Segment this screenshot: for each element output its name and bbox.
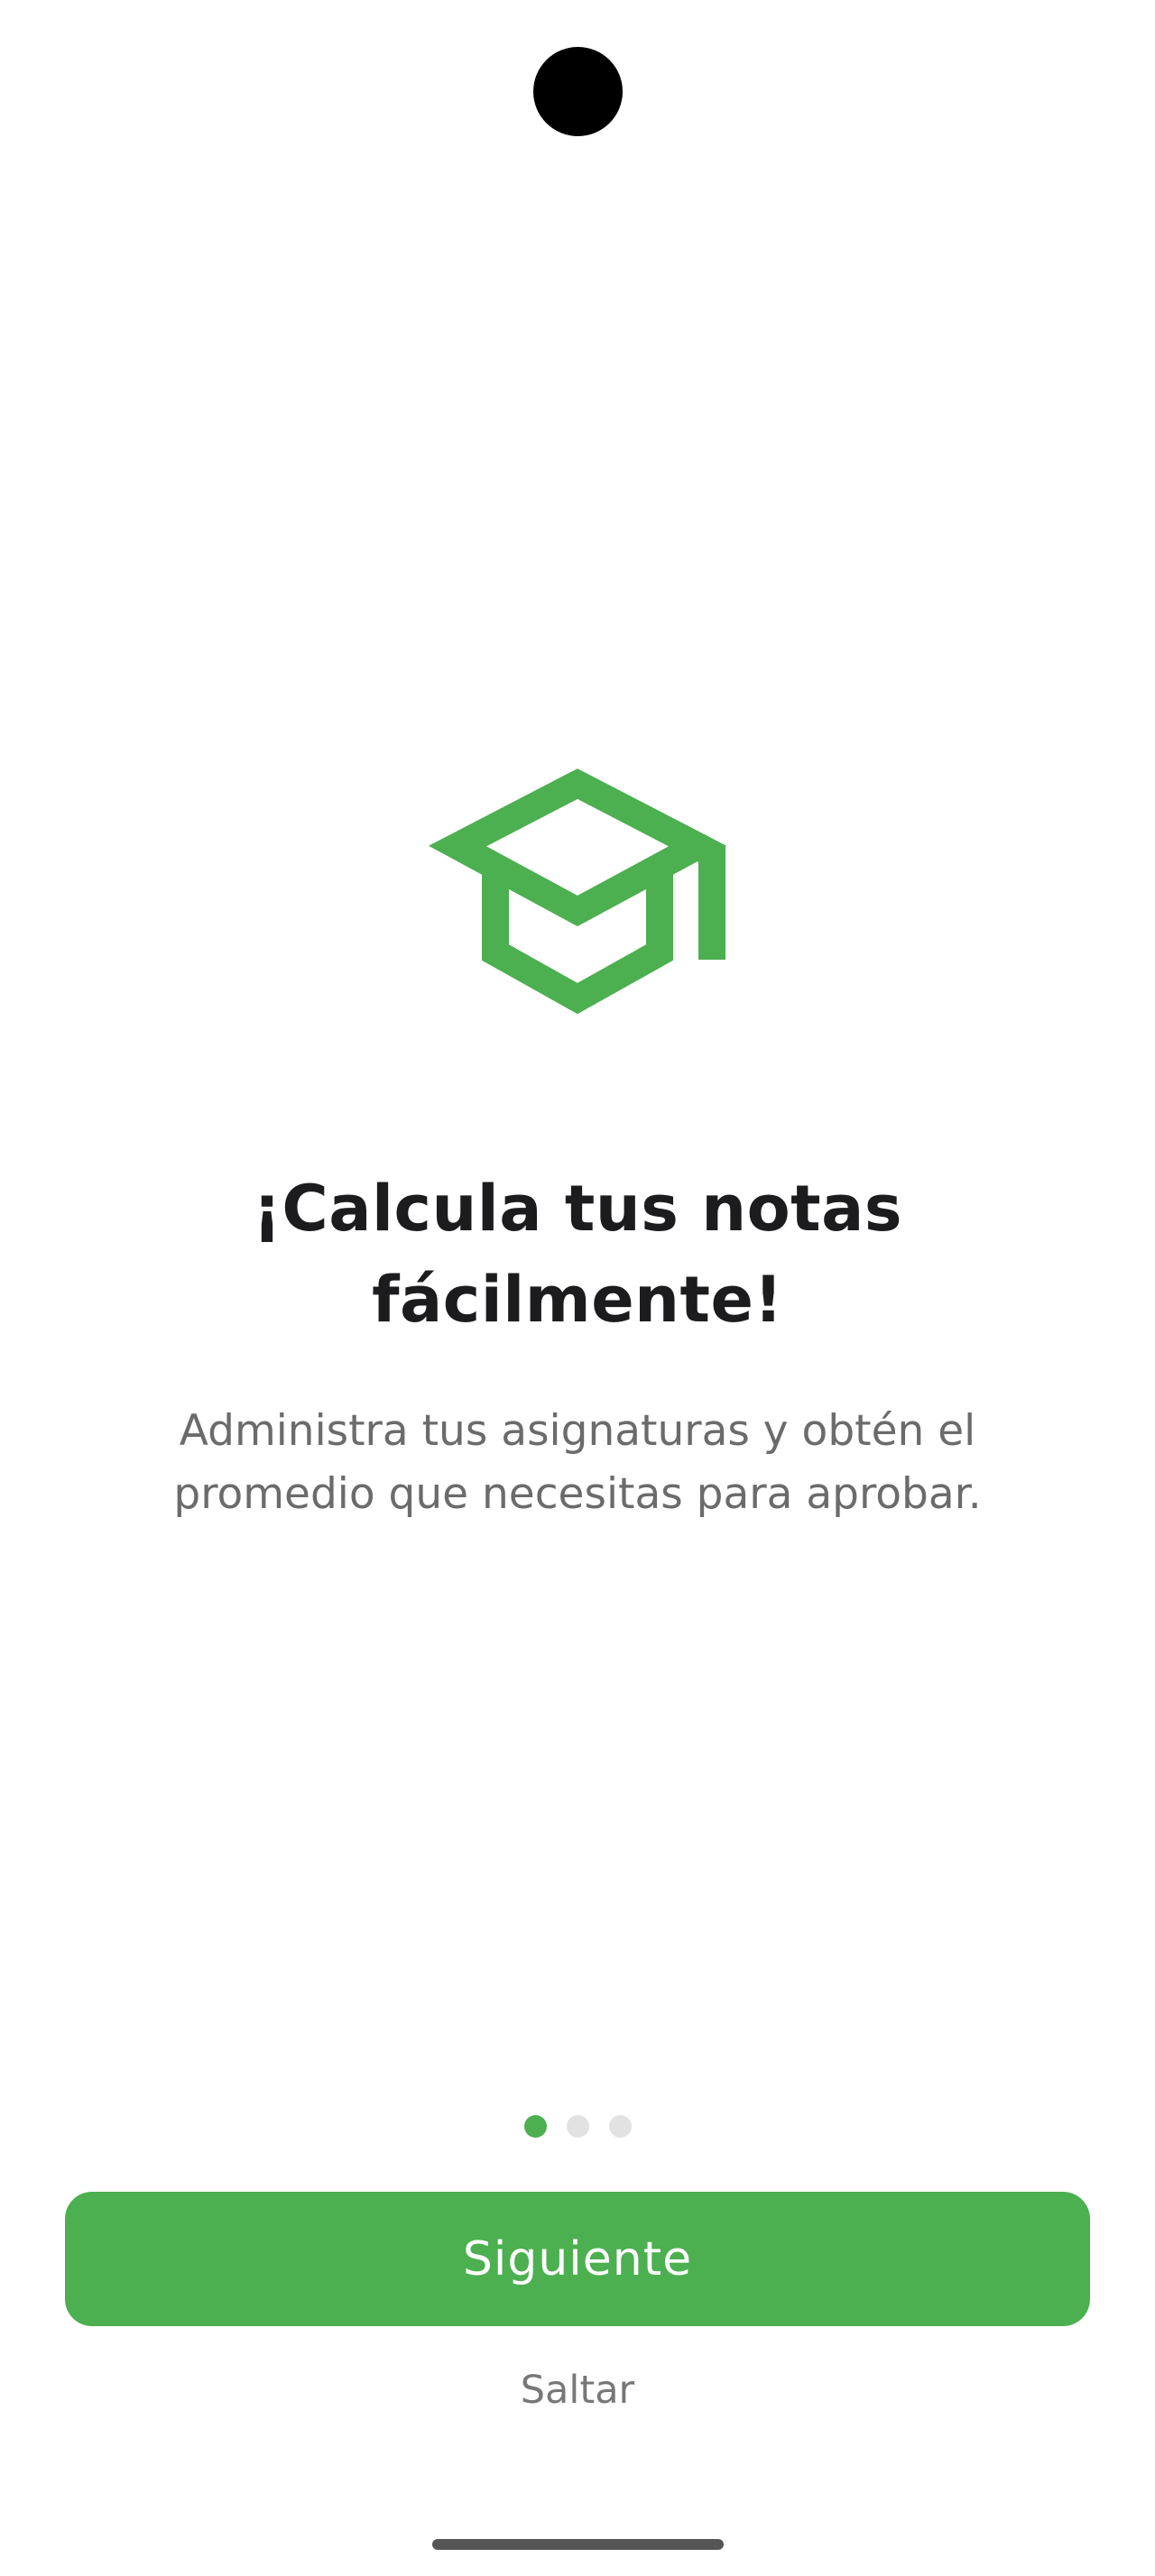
skip-button-label: Saltar [520,2368,635,2413]
onboarding-description-line-1: Administra tus asignaturas y obtén el [179,1406,976,1456]
page-indicator-dot-2[interactable] [566,2115,589,2138]
home-indicator[interactable] [432,2539,724,2550]
page-indicator-dot-3[interactable] [608,2115,632,2138]
next-button-label: Siguiente [462,2231,693,2286]
onboarding-title-line-1: ¡Calcula tus notas [252,1172,903,1246]
page-indicator-dot-1[interactable] [523,2115,547,2138]
onboarding-description-line-2: promedio que necesitas para aprobar. [173,1469,982,1519]
page-indicator [0,2115,1155,2138]
onboarding-title: ¡Calcula tus notas fácilmente! [126,1164,1029,1346]
skip-button[interactable]: Saltar [0,2363,1155,2417]
camera-cutout [533,47,623,136]
next-button[interactable]: Siguiente [65,2192,1090,2326]
onboarding-title-line-2: fácilmente! [372,1263,783,1337]
onboarding-description: Administra tus asignaturas y obtén el pr… [117,1400,1038,1526]
graduation-cap-icon [429,768,726,1014]
